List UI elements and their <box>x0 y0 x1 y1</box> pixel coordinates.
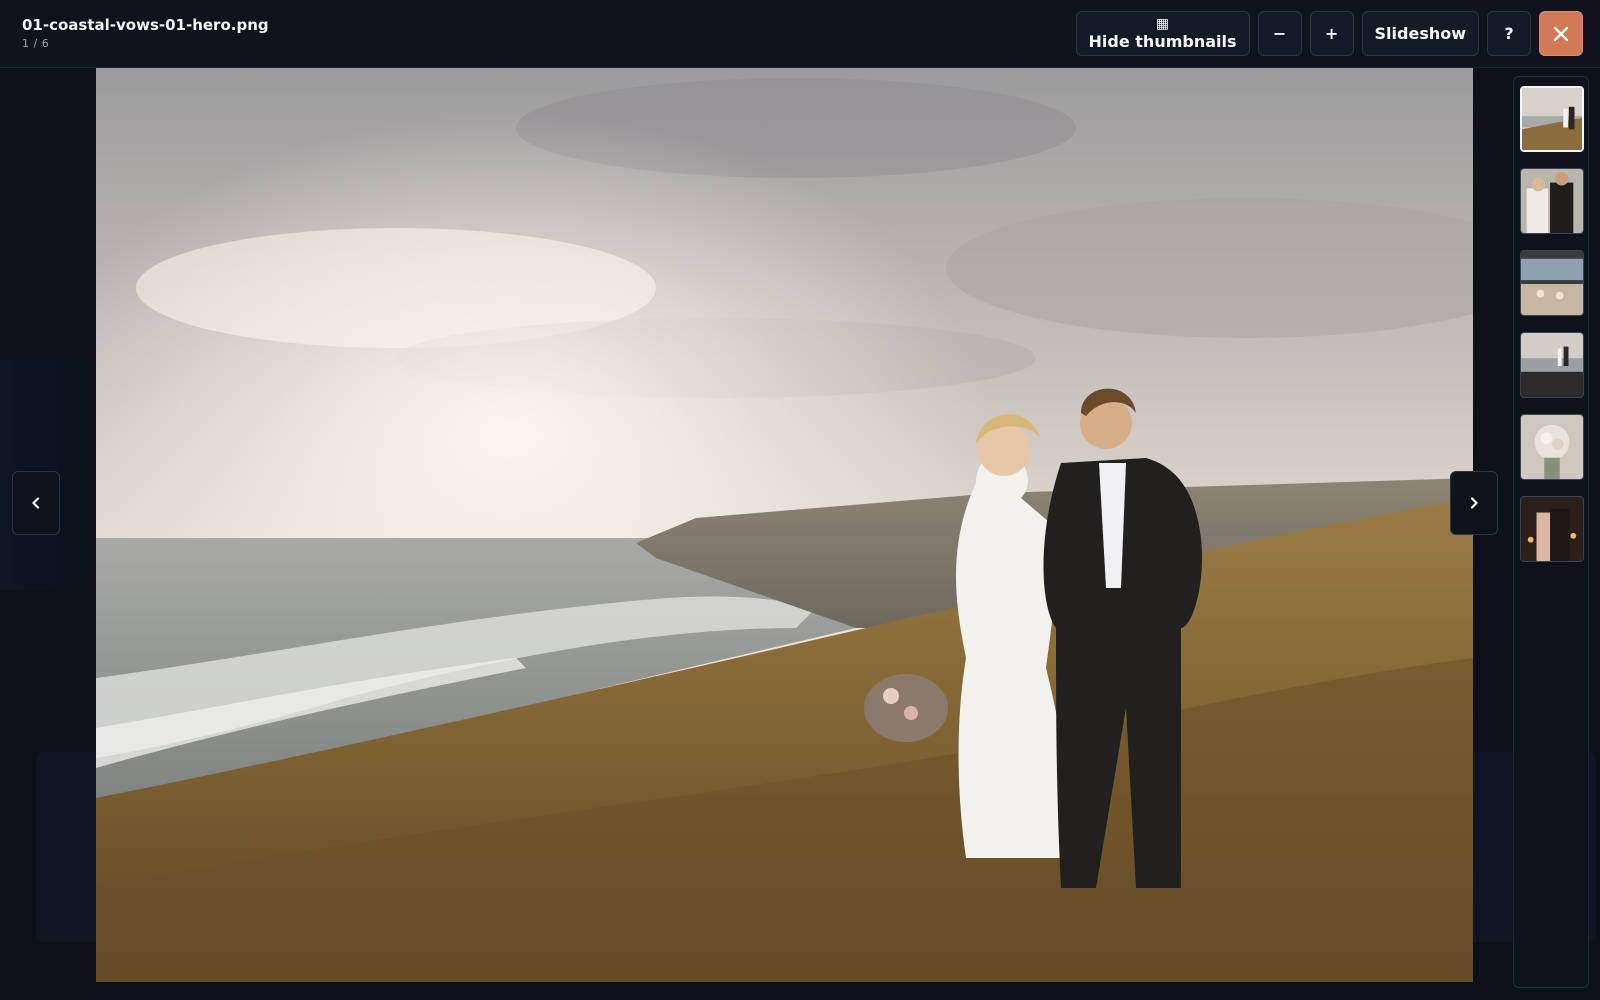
grid-icon: ▦ <box>1155 15 1170 32</box>
main-photo <box>96 68 1473 982</box>
thumbnail-image <box>1521 415 1583 479</box>
thumbnail-6[interactable] <box>1520 496 1584 562</box>
thumbnail-strip <box>1513 76 1589 988</box>
zoom-in-button[interactable]: + <box>1309 11 1354 56</box>
thumbnail-3[interactable] <box>1520 250 1584 316</box>
chevron-right-icon <box>1470 497 1478 509</box>
thumbnail-1[interactable] <box>1520 86 1584 152</box>
thumbnail-4[interactable] <box>1520 332 1584 398</box>
previous-button[interactable] <box>12 471 60 535</box>
hide-thumbnails-button[interactable]: ▦ Hide thumbnails <box>1075 11 1250 56</box>
minus-icon: − <box>1272 24 1287 43</box>
thumbnail-image <box>1522 88 1582 150</box>
thumbnail-image <box>1521 497 1583 561</box>
plus-icon: + <box>1324 24 1339 43</box>
thumbnail-5[interactable] <box>1520 414 1584 480</box>
zoom-out-button[interactable]: − <box>1257 11 1302 56</box>
slideshow-button[interactable]: Slideshow <box>1361 11 1479 56</box>
close-icon <box>1553 26 1569 41</box>
image-stage <box>96 68 1473 982</box>
hide-thumbnails-label: Hide thumbnails <box>1088 31 1237 51</box>
lightbox-header: 01-coastal-vows-01-hero.png 1 / 6 ▦ Hide… <box>0 0 1600 68</box>
next-button[interactable] <box>1450 471 1498 535</box>
chevron-left-icon <box>32 497 40 509</box>
thumbnail-2[interactable] <box>1520 168 1584 234</box>
close-button[interactable] <box>1539 11 1583 56</box>
thumbnail-image <box>1521 333 1583 397</box>
help-button[interactable]: ? <box>1487 11 1531 56</box>
lightbox-toolbar: ▦ Hide thumbnails − + Slideshow ? <box>1075 11 1583 56</box>
image-counter: 1 / 6 <box>22 37 50 50</box>
thumbnail-image <box>1521 169 1583 233</box>
thumbnail-image <box>1521 251 1583 315</box>
file-name: 01-coastal-vows-01-hero.png <box>22 16 269 34</box>
help-icon: ? <box>1504 24 1514 43</box>
